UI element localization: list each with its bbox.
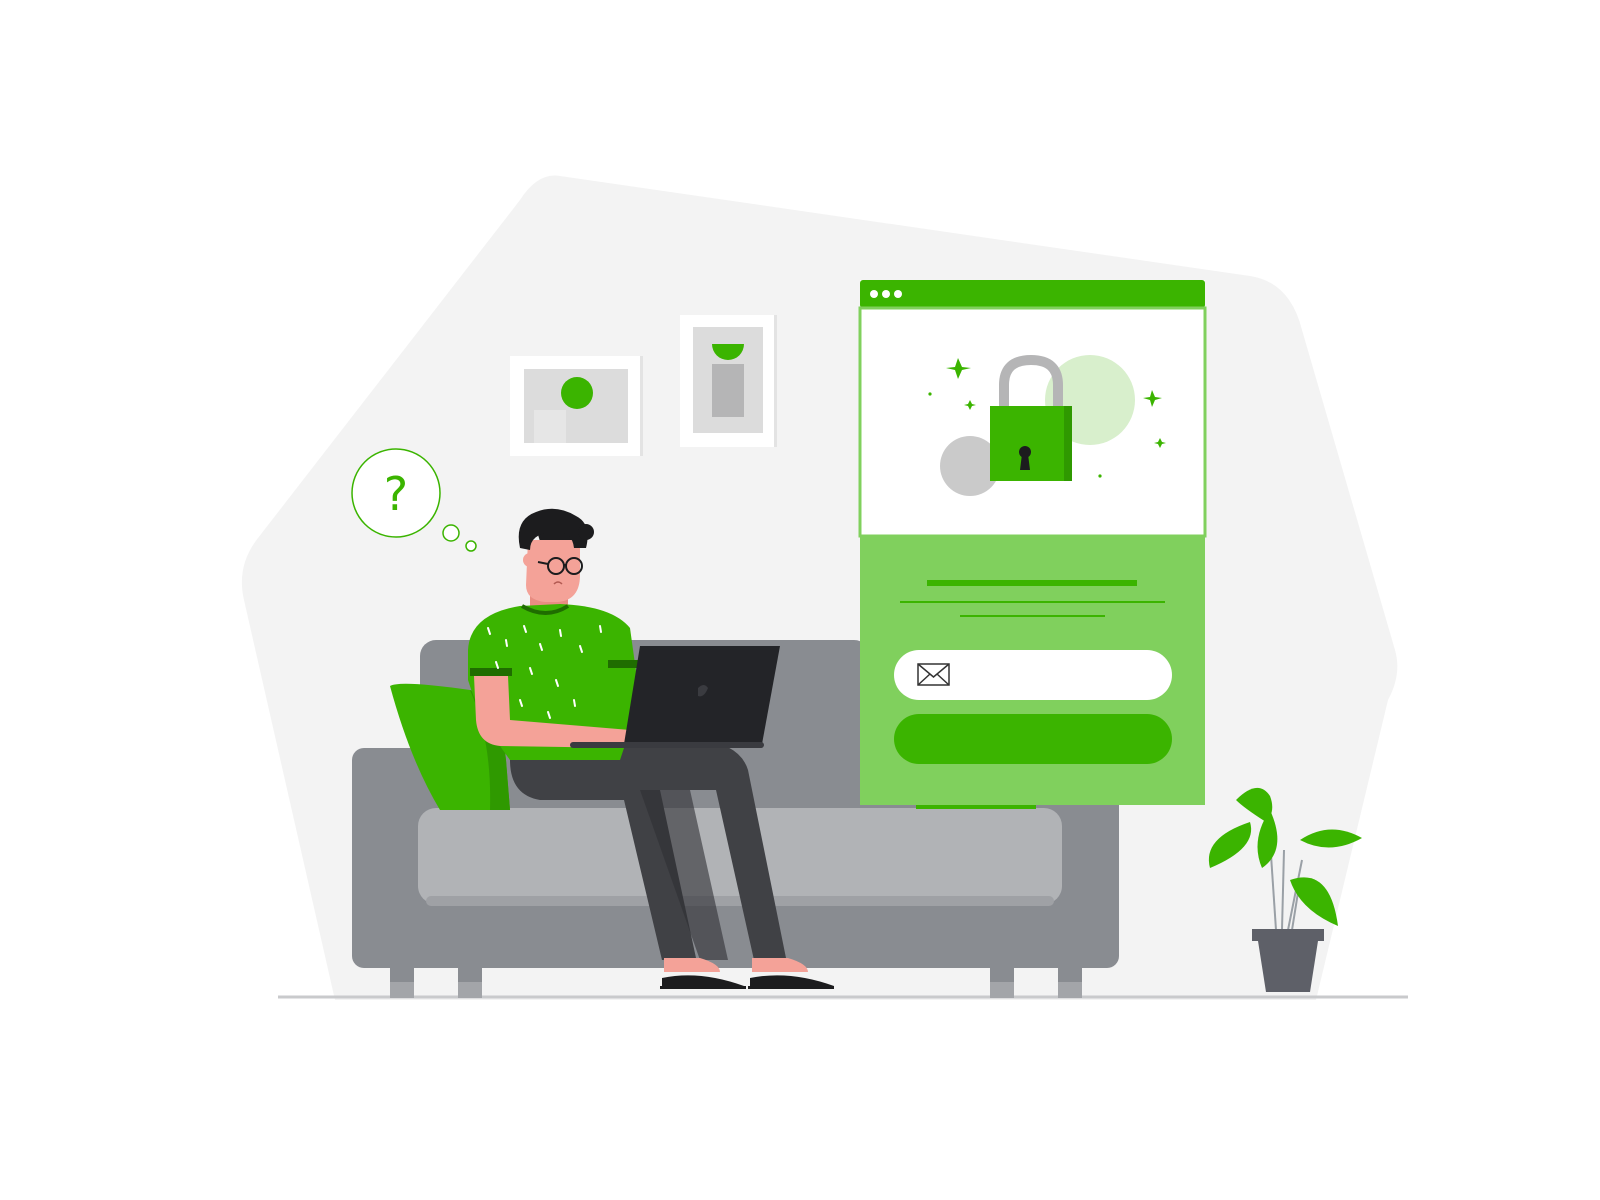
question-mark: ? xyxy=(384,467,408,521)
form-text-line xyxy=(960,615,1105,617)
form-heading-line xyxy=(927,580,1137,586)
submit-button[interactable] xyxy=(894,714,1172,764)
window-dot[interactable] xyxy=(894,290,902,298)
wall-frame-bulb xyxy=(680,315,777,447)
form-text-line xyxy=(900,601,1165,603)
email-field[interactable] xyxy=(894,650,1172,700)
illustration-scene: ? xyxy=(241,175,1408,1000)
window-titlebar xyxy=(860,280,1205,308)
window-dot[interactable] xyxy=(870,290,878,298)
login-window xyxy=(858,280,1207,809)
window-dot[interactable] xyxy=(882,290,890,298)
wall-frame-circle xyxy=(510,356,643,456)
